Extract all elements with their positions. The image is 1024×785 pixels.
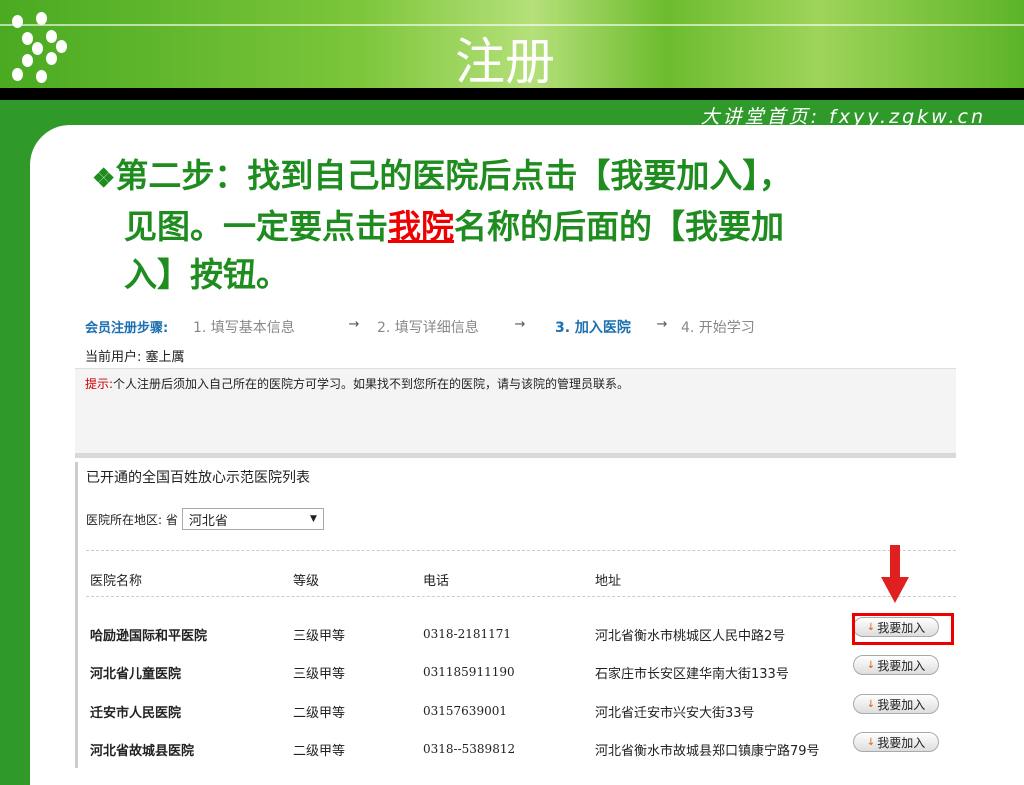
slide-header: 注册 [0,0,1024,91]
province-select[interactable]: 河北省 ▼ [181,508,324,530]
hospital-list: 已开通的全国百姓放心示范医院列表 医院所在地区: 省 河北省 ▼ 医院名称 等级 … [75,462,956,768]
hospital-phone: 031185911190 [423,665,515,679]
list-title: 已开通的全国百姓放心示范医院列表 [86,470,310,486]
hospital-name: 哈励逊国际和平医院 [90,628,208,644]
hospital-name: 河北省儿童医院 [90,666,182,682]
diamond-bullet-icon: ❖ [92,164,116,194]
instruction-line-3: 入】按钮。 [124,255,289,294]
red-down-arrow-icon [881,545,909,603]
hospital-level: 二级甲等 [293,705,346,721]
hospital-phone: 03157639001 [423,704,507,718]
instruction-line-2a: 见图。一定要点击 [124,207,388,246]
instruction-line-1: 第二步：找到自己的医院后点击【我要加入】， [115,156,792,195]
table-row: 迁安市人民医院 二级甲等 03157639001 河北省迁安市兴安大街33号 ↓ 我要加… [90,694,950,726]
divider [86,550,956,551]
col-address: 地址 [595,573,622,589]
step-3-current: 3. 加入医院 [555,320,631,336]
divider [86,596,956,597]
hospital-address: 河北省衡水市桃城区人民中路2号 [595,628,786,644]
instruction-text: ❖第二步：找到自己的医院后点击【我要加入】， 见图。一定要点击我院名称的后面的【… [92,152,962,299]
col-phone: 电话 [423,573,450,589]
province-value: 河北省 [188,513,228,529]
join-label: 我要加入 [877,658,926,673]
step-arrow: → [656,317,668,332]
steps-label: 会员注册步骤: [85,321,169,336]
tip-box: 提示:个人注册后须加入自己所在的医院方可学习。如果找不到您所在的医院，请与该院的… [75,368,956,458]
table-row: 河北省儿童医院 三级甲等 031185911190 石家庄市长安区建华南大街133号 … [90,655,950,687]
step-arrow: → [348,317,360,332]
dropdown-arrow-icon: ▼ [309,514,317,524]
instruction-highlight: 我院 [388,207,454,246]
down-arrow-icon: ↓ [866,659,876,671]
col-name: 医院名称 [90,573,143,589]
down-arrow-icon: ↓ [866,698,876,710]
table-row: 哈励逊国际和平医院 三级甲等 0318-2181171 河北省衡水市桃城区人民中路2号… [90,617,950,649]
registration-steps: 会员注册步骤: 1. 填写基本信息 → 2. 填写详细信息 → 3. 加入医院 … [85,317,755,337]
instruction-line-2b: 名称的后面的【我要加 [454,207,784,246]
down-arrow-icon: ↓ [866,736,876,748]
hospital-phone: 0318--5389812 [423,742,516,756]
table-row: 河北省故城县医院 二级甲等 0318--5389812 河北省衡水市故城县郑口镇康宁路… [90,732,950,764]
join-button[interactable]: ↓ 我要加入 [853,694,939,714]
hospital-address: 河北省迁安市兴安大街33号 [595,705,755,721]
join-label: 我要加入 [877,735,926,750]
join-button[interactable]: ↓ 我要加入 [853,732,939,752]
hospital-level: 二级甲等 [293,743,346,759]
step-arrow: → [514,317,526,332]
slide-title: 注册 [455,33,555,91]
header-divider [0,88,1024,100]
step-4: 4. 开始学习 [681,320,755,336]
region-filter: 医院所在地区: 省 河北省 ▼ [86,508,324,530]
current-user: 当前用户: 塞上厲 [85,350,185,365]
join-button[interactable]: ↓ 我要加入 [853,655,939,675]
hospital-address: 河北省衡水市故城县郑口镇康宁路79号 [595,743,820,759]
hospital-address: 石家庄市长安区建华南大街133号 [595,666,789,682]
table-header: 医院名称 等级 电话 地址 [90,564,950,594]
step-2: 2. 填写详细信息 [377,320,479,336]
hospital-name: 迁安市人民医院 [90,705,182,721]
hospital-name: 河北省故城县医院 [90,743,195,759]
tip-label: 提示: [85,377,114,391]
tip-text: 个人注册后须加入自己所在的医院方可学习。如果找不到您所在的医院，请与该院的管理员… [113,377,630,391]
step-1: 1. 填写基本信息 [193,320,295,336]
highlight-box [852,613,954,645]
hospital-level: 三级甲等 [293,628,346,644]
join-label: 我要加入 [877,697,926,712]
hospital-level: 三级甲等 [293,666,346,682]
region-label: 医院所在地区: 省 [86,512,178,527]
col-level: 等级 [293,573,320,589]
registration-screenshot: 会员注册步骤: 1. 填写基本信息 → 2. 填写详细信息 → 3. 加入医院 … [75,310,956,768]
hospital-phone: 0318-2181171 [423,627,512,641]
